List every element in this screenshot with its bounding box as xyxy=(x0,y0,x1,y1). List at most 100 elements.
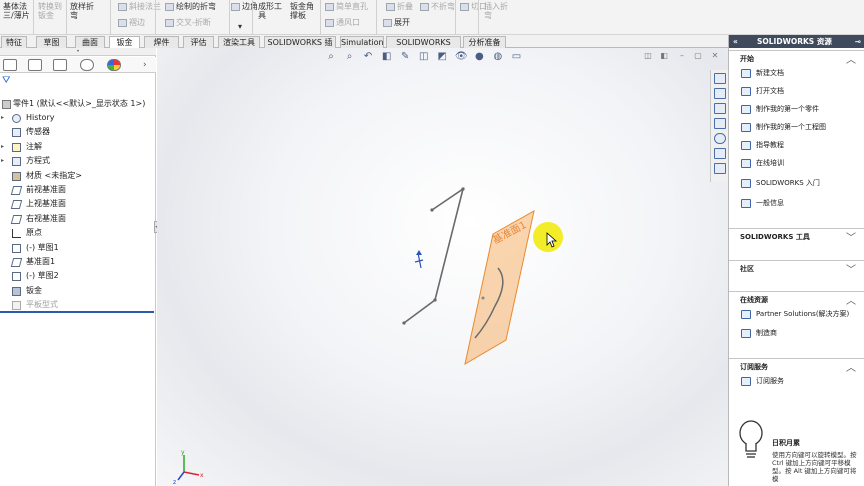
sketch-point[interactable] xyxy=(430,208,434,212)
section-chevron-icon[interactable]: ︿ xyxy=(846,359,856,374)
custom-properties-icon[interactable] xyxy=(714,148,726,159)
tree-item[interactable]: ▸ 方程式 xyxy=(0,154,154,168)
dimxpert-manager-tab-icon[interactable] xyxy=(80,59,94,71)
tree-item[interactable]: 传感器 xyxy=(0,125,154,139)
task-pane-section[interactable]: SOLIDWORKS 工具 ﹀ xyxy=(729,228,864,244)
section-chevron-icon[interactable]: ︿ xyxy=(846,51,856,66)
expand-arrow-icon[interactable]: ▸ xyxy=(1,140,4,154)
tab-1[interactable]: 草图 xyxy=(36,36,67,48)
task-pane-section[interactable]: 订阅服务 ︿ xyxy=(729,358,864,374)
chevron-right-icon[interactable]: › xyxy=(143,60,147,70)
ribbon-command-5[interactable]: 绘制的折弯 xyxy=(165,2,216,11)
ribbon-command-0[interactable]: 基体法 三/薄片 xyxy=(3,2,30,20)
tab-7[interactable]: SOLIDWORKS 插件 xyxy=(264,36,336,58)
task-pane-title: SOLIDWORKS 资源 xyxy=(757,37,832,46)
tree-item[interactable]: 材质 <未指定> xyxy=(0,169,154,183)
tab-4[interactable]: 焊件 xyxy=(144,36,179,48)
tab-5[interactable]: 评估 xyxy=(183,36,214,48)
ribbon-command-12[interactable]: 展开 xyxy=(383,18,410,27)
task-pane-link[interactable]: 打开文档 xyxy=(741,84,784,98)
task-pane-link[interactable]: 指导教程 xyxy=(741,138,784,152)
sketch-point[interactable] xyxy=(481,296,485,300)
tree-item[interactable]: ▸ History xyxy=(0,111,154,125)
ribbon-command-16[interactable]: 插入折 弯 xyxy=(484,2,508,20)
task-pane-link[interactable]: 制造商 xyxy=(741,326,777,340)
forum-icon[interactable] xyxy=(714,163,726,174)
ribbon-command-6[interactable]: 交叉-折断 xyxy=(165,18,211,27)
ribbon-command-13[interactable]: 折叠 xyxy=(386,2,413,11)
sketch-point[interactable] xyxy=(433,298,437,302)
appearances-icon[interactable] xyxy=(714,133,726,144)
tab-9[interactable]: SOLIDWORKS MBD xyxy=(386,36,461,58)
tree-item[interactable]: 钣金 xyxy=(0,284,154,298)
graphics-area[interactable]: ⌕ ⌕ ↶ ◧ ✎ ◫ ◩ 👁 ● ◍ ▭ ◫ ◧ – ▢ ✕ 基准面1 y x… xyxy=(157,48,728,486)
task-pane-section[interactable]: 开始 ︿ xyxy=(729,50,864,66)
task-pane-link[interactable]: 订阅服务 xyxy=(741,374,784,388)
configuration-manager-tab-icon[interactable] xyxy=(53,59,67,71)
task-pane-link[interactable]: Partner Solutions(解决方案) xyxy=(741,307,849,321)
command-manager-tabs: 特征草图曲面钣金焊件评估渲染工具 SOLIDWORKS 插件 SimulationS… xyxy=(0,35,728,58)
ribbon-command-2[interactable]: 放样折 弯 xyxy=(70,2,94,20)
task-pane-link[interactable]: 新建文档 xyxy=(741,66,784,80)
task-pane-link[interactable]: 制作我的第一个零件 xyxy=(741,102,819,116)
equation-icon xyxy=(12,157,21,167)
sketch-point[interactable] xyxy=(402,321,406,325)
tree-item[interactable]: 基准面1 xyxy=(0,255,154,269)
task-pane-link[interactable]: SOLIDWORKS 入门 xyxy=(741,176,820,190)
display-manager-tab-icon[interactable] xyxy=(107,59,121,71)
section-chevron-icon[interactable]: ﹀ xyxy=(846,229,856,244)
ribbon-command-4[interactable]: 褶边 xyxy=(118,18,145,27)
corners-dropdown-icon[interactable]: ▾ xyxy=(238,22,242,31)
ribbon-command-7[interactable]: 边角 xyxy=(231,2,258,11)
design-library-icon[interactable] xyxy=(714,88,726,99)
task-pane-link[interactable]: 制作我的第一个工程图 xyxy=(741,120,826,134)
tree-item[interactable]: (-) 草图2 xyxy=(0,269,154,283)
property-manager-tab-icon[interactable] xyxy=(28,59,42,71)
sketch1-profile[interactable] xyxy=(403,187,465,324)
tab-6[interactable]: 渲染工具 xyxy=(218,36,260,48)
tree-item[interactable]: 上视基准面 xyxy=(0,197,154,211)
ribbon-command-11[interactable]: 通风口 xyxy=(325,18,360,27)
task-pane-link[interactable]: 在线培训 xyxy=(741,156,784,170)
tab-8[interactable]: Simulation xyxy=(340,36,384,48)
ribbon-command-label: 通风口 xyxy=(336,18,360,27)
task-pane-nav-icon[interactable]: « xyxy=(733,35,738,48)
tree-item[interactable]: 前视基准面 xyxy=(0,183,154,197)
ribbon-command-14[interactable]: 不折弯 xyxy=(420,2,455,11)
sketch-point[interactable] xyxy=(461,187,465,191)
section-chevron-icon[interactable]: ﹀ xyxy=(846,261,856,276)
tab-10[interactable]: 分析准备 xyxy=(463,36,506,48)
view-palette-icon[interactable] xyxy=(714,118,726,129)
tree-item[interactable]: (-) 草图1 xyxy=(0,241,154,255)
tab-3[interactable]: 钣金 xyxy=(109,36,140,48)
tab-0[interactable]: 特征 xyxy=(1,36,27,48)
panel-splitter-handle[interactable]: • xyxy=(0,48,156,56)
link-label: 制作我的第一个零件 xyxy=(756,105,819,113)
rollback-bar[interactable] xyxy=(0,311,154,313)
tree-item[interactable]: ▸ 注解 xyxy=(0,140,154,154)
tree-item[interactable]: 右视基准面 xyxy=(0,212,154,226)
ribbon-command-10[interactable]: 简单直孔 xyxy=(325,2,368,11)
task-pane-section[interactable]: 社区 ﹀ xyxy=(729,260,864,276)
home-icon[interactable] xyxy=(714,73,726,84)
task-pane-section[interactable]: 在线资源 ︿ xyxy=(729,291,864,307)
expand-arrow-icon[interactable]: ▸ xyxy=(1,111,4,125)
ribbon-command-15[interactable]: 切口 xyxy=(460,2,487,11)
tab-2[interactable]: 曲面 xyxy=(75,36,105,48)
tree-root-part[interactable]: 零件1 (默认<<默认>_显示状态 1>) xyxy=(0,97,154,111)
filter-icon[interactable]: ⛛ xyxy=(2,75,10,86)
file-explorer-icon[interactable] xyxy=(714,103,726,114)
ribbon-command-1[interactable]: 转换到 钣金 xyxy=(38,2,62,20)
reference-triad-icon[interactable]: y x z xyxy=(173,449,204,486)
tree-item[interactable]: 原点 xyxy=(0,226,154,240)
feature-manager-tab-icon[interactable] xyxy=(3,59,17,71)
ribbon-command-8[interactable]: 成形工 具 xyxy=(258,2,282,20)
feature-manager-panel: • › ⛛ 零件1 (默认<<默认>_显示状态 1>) ▸ History 传感器 ▸… xyxy=(0,48,156,486)
ribbon-command-9[interactable]: 钣金角 撑板 xyxy=(290,2,314,20)
task-pane-link[interactable]: 一般信息 xyxy=(741,196,784,210)
link-icon xyxy=(741,158,751,168)
section-chevron-icon[interactable]: ︿ xyxy=(846,292,856,307)
sensor-icon xyxy=(12,128,21,138)
pin-icon[interactable]: ⊸ xyxy=(855,35,861,48)
expand-arrow-icon[interactable]: ▸ xyxy=(1,154,4,168)
